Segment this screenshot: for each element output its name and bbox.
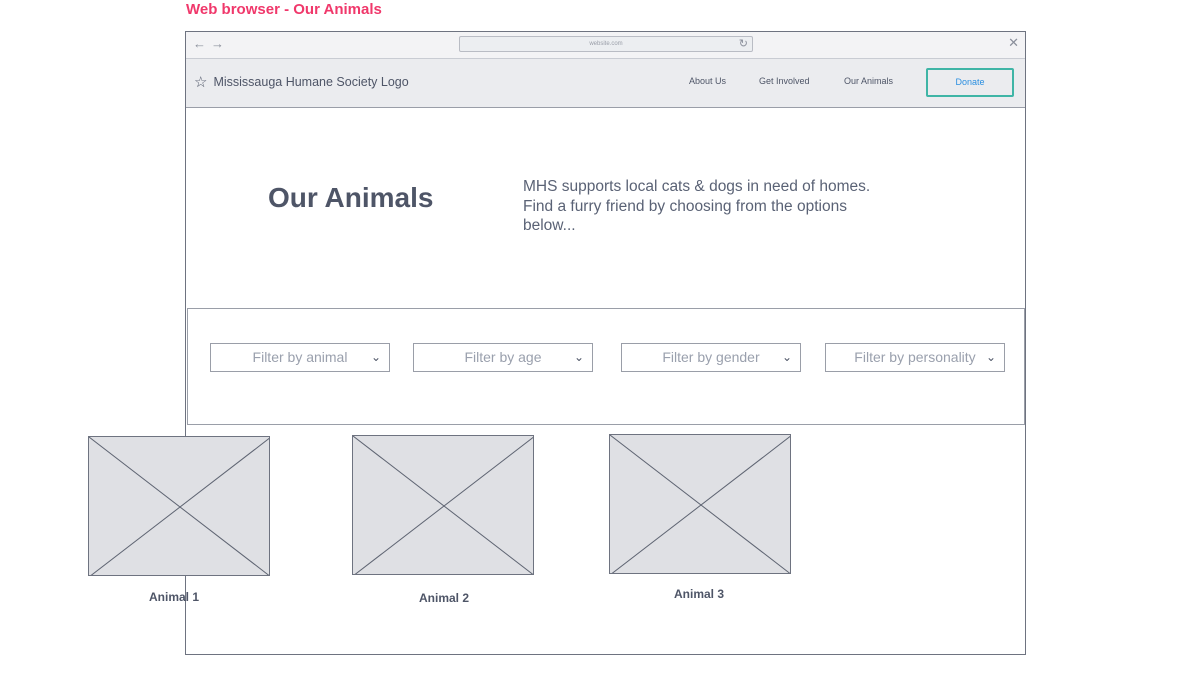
animal-image-placeholder[interactable]: [88, 436, 270, 576]
chevron-down-icon: ⌄: [781, 350, 792, 364]
star-icon: ☆: [194, 74, 208, 91]
back-arrow-icon[interactable]: ←: [193, 37, 206, 51]
image-placeholder-icon: [353, 436, 533, 574]
animal-name[interactable]: Animal 2: [419, 591, 469, 605]
image-placeholder-icon: [89, 437, 269, 575]
chevron-down-icon: ⌄: [573, 350, 584, 364]
image-placeholder-icon: [610, 435, 790, 573]
nav-get-involved[interactable]: Get Involved: [759, 76, 810, 86]
filter-gender-select[interactable]: Filter by gender ⌄: [621, 343, 801, 372]
donate-button[interactable]: Donate: [926, 68, 1014, 97]
filter-animal-select[interactable]: Filter by animal ⌄: [210, 343, 390, 372]
browser-window: ← → website.com ↻ ✕ ☆ Mississauga Humane…: [185, 31, 1026, 655]
animal-name[interactable]: Animal 1: [149, 590, 199, 604]
address-bar[interactable]: website.com ↻: [459, 36, 753, 52]
animal-image-placeholder[interactable]: [609, 434, 791, 574]
site-logo[interactable]: ☆ Mississauga Humane Society Logo: [194, 73, 409, 91]
filter-animal-label: Filter by animal: [252, 349, 348, 365]
site-header: ☆ Mississauga Humane Society Logo About …: [186, 59, 1025, 108]
filter-personality-select[interactable]: Filter by personality ⌄: [825, 343, 1005, 372]
chevron-down-icon: ⌄: [370, 350, 381, 364]
filter-age-label: Filter by age: [464, 349, 542, 365]
address-bar-url: website.com: [589, 41, 623, 47]
animal-image-placeholder[interactable]: [352, 435, 534, 575]
chevron-down-icon: ⌄: [985, 350, 996, 364]
animal-name[interactable]: Animal 3: [674, 587, 724, 601]
nav-our-animals[interactable]: Our Animals: [844, 76, 893, 86]
page-title: Our Animals: [268, 182, 434, 213]
logo-text: Mississauga Humane Society Logo: [213, 75, 409, 89]
filter-personality-label: Filter by personality: [854, 349, 976, 365]
close-icon[interactable]: ✕: [1008, 36, 1019, 50]
filter-gender-label: Filter by gender: [662, 349, 760, 365]
frame-label: Web browser - Our Animals: [186, 1, 382, 18]
nav-about-us[interactable]: About Us: [689, 76, 726, 86]
forward-arrow-icon[interactable]: →: [211, 37, 224, 51]
page-description: MHS supports local cats & dogs in need o…: [523, 178, 871, 234]
reload-icon[interactable]: ↻: [739, 38, 748, 50]
filter-age-select[interactable]: Filter by age ⌄: [413, 343, 593, 372]
browser-titlebar: ← → website.com ↻ ✕: [186, 32, 1025, 59]
filter-section: Filter by animal ⌄ Filter by age ⌄ Filte…: [187, 308, 1025, 425]
